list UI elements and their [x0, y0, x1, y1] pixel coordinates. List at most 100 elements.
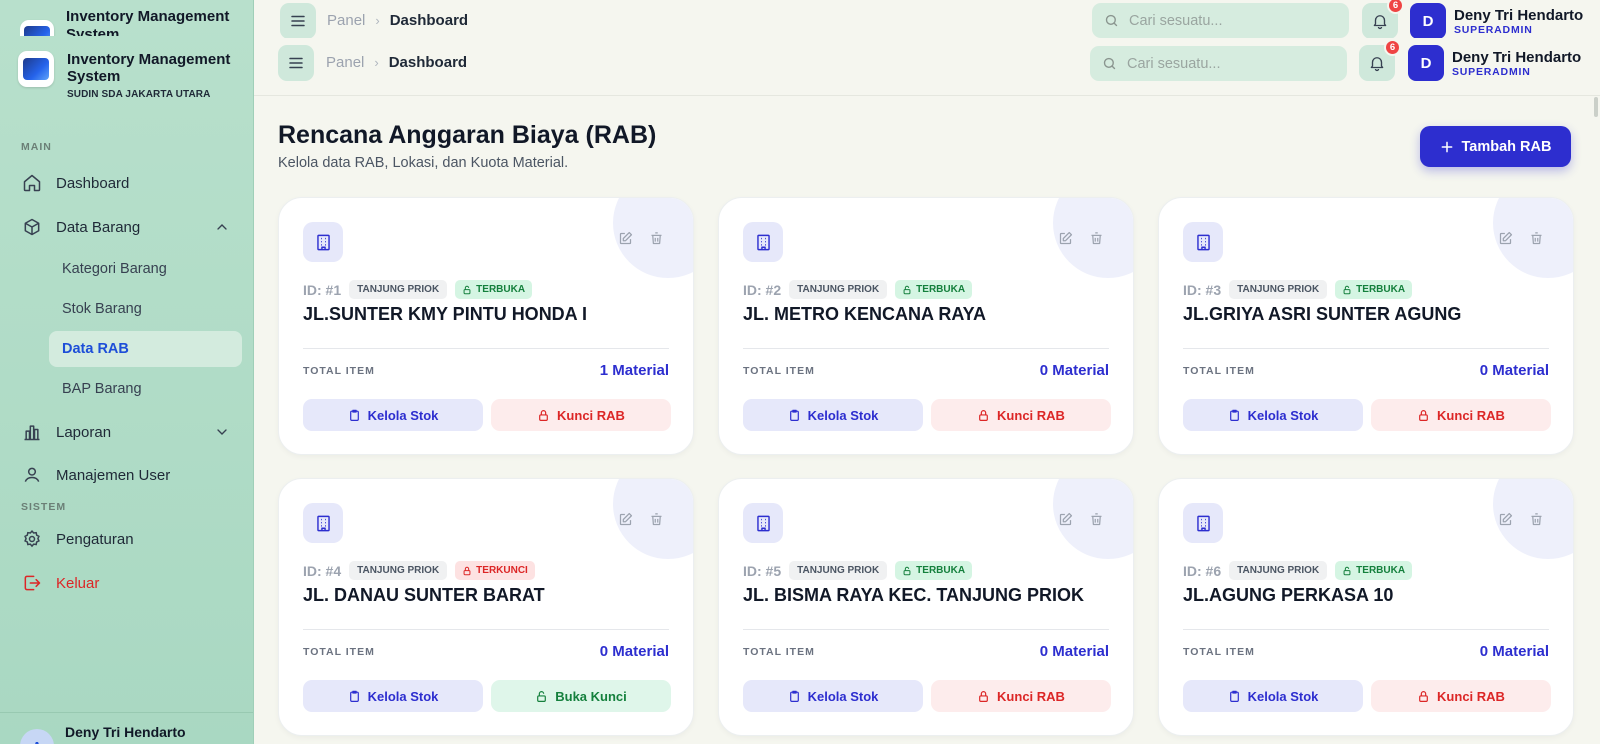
sidebar-item-keluar[interactable]: Keluar — [20, 566, 242, 600]
avatar: A — [20, 729, 54, 744]
hamburger-icon — [289, 57, 303, 69]
lock-icon — [1419, 409, 1428, 421]
sidebar-item-stok-barang[interactable]: Stok Barang — [49, 291, 242, 327]
sidebar-item-laporan[interactable]: Laporan — [20, 415, 242, 449]
kunci-rab-button[interactable]: Kunci RAB — [1371, 399, 1551, 431]
card-title: JL.SUNTER KMY PINTU HONDA I — [303, 304, 588, 324]
add-rab-button[interactable]: Tambah RAB — [1420, 126, 1571, 167]
sidebar-item-kategori-barang[interactable]: Kategori Barang — [49, 251, 242, 287]
lock-icon — [979, 690, 988, 702]
status-badge: TERKUNCI — [455, 561, 535, 580]
delete-button[interactable] — [646, 228, 666, 248]
card-id: ID: #5 — [743, 562, 782, 579]
sidebar-item-dashboard[interactable]: Dashboard — [20, 166, 242, 200]
building-icon — [303, 222, 343, 262]
lock-icon — [1343, 285, 1351, 294]
material-count: 1 Material — [599, 362, 669, 379]
box-icon — [24, 218, 40, 236]
card-title: JL. DANAU SUNTER BARAT — [303, 585, 545, 605]
edit-icon — [619, 512, 632, 525]
chevron-right-icon: › — [375, 13, 380, 28]
delete-button[interactable] — [646, 509, 666, 529]
clipboard-icon — [349, 690, 359, 702]
app-title: Inventory Management System — [67, 51, 231, 85]
menu-toggle-button[interactable] — [278, 45, 314, 81]
sidebar-item-label: Data Barang — [56, 218, 141, 236]
edit-button[interactable] — [615, 509, 635, 529]
delete-button[interactable] — [1526, 509, 1546, 529]
chevron-up-icon[interactable] — [214, 219, 230, 235]
sidebar-item-data-rab[interactable]: Data RAB — [49, 331, 242, 367]
lock-icon — [539, 409, 548, 421]
chevron-down-icon[interactable] — [214, 424, 230, 440]
hamburger-icon — [291, 15, 305, 27]
scrollbar-thumb[interactable] — [1594, 97, 1598, 117]
edit-button[interactable] — [1055, 228, 1075, 248]
breadcrumb: Panel › Dashboard — [326, 54, 467, 71]
kelola-stok-button[interactable]: Kelola Stok — [1183, 680, 1363, 712]
location-tag: TANJUNG PRIOK — [349, 280, 448, 299]
sidebar-item-manajemen-user[interactable]: Manajemen User — [20, 458, 242, 492]
bell-icon — [1373, 15, 1387, 30]
kunci-rab-button[interactable]: Kunci RAB — [931, 680, 1111, 712]
notification-button[interactable]: 6 — [1359, 39, 1401, 81]
location-tag: TANJUNG PRIOK — [1229, 280, 1328, 299]
search-input[interactable] — [1127, 55, 1327, 72]
edit-button[interactable] — [1055, 509, 1075, 529]
sidebar-item-bap-barang[interactable]: BAP Barang — [49, 371, 242, 407]
delete-button[interactable] — [1526, 228, 1546, 248]
lock-icon — [903, 566, 911, 575]
card-title: JL. BISMA RAYA KEC. TANJUNG PRIOK — [743, 585, 1085, 605]
building-icon — [743, 503, 783, 543]
kelola-stok-button[interactable]: Kelola Stok — [303, 399, 483, 431]
sidebar-item-pengaturan[interactable]: Pengaturan — [20, 522, 242, 556]
rab-card: ID: #1 TANJUNG PRIOK TERBUKA JL.SUNTER K… — [278, 197, 694, 455]
sidebar-item-label: Keluar — [56, 574, 100, 592]
search-box[interactable] — [1090, 46, 1347, 81]
total-item-label: TOTAL ITEM — [1183, 365, 1255, 377]
kelola-stok-button[interactable]: Kelola Stok — [743, 680, 923, 712]
edit-button[interactable] — [615, 228, 635, 248]
sidebar-user-footer[interactable]: A Deny Tri Hendarto — [0, 712, 253, 744]
sidebar-brand-ghost: Inventory Management System — [20, 8, 236, 36]
breadcrumb-root[interactable]: Panel — [327, 12, 365, 29]
edit-icon — [1059, 231, 1072, 244]
status-badge: TERBUKA — [1335, 280, 1413, 299]
rab-card: ID: #2 TANJUNG PRIOK TERBUKA JL. METRO K… — [718, 197, 1134, 455]
kunci-rab-button[interactable]: Kunci RAB — [931, 399, 1111, 431]
kelola-stok-button[interactable]: Kelola Stok — [743, 399, 923, 431]
search-input-ghost[interactable] — [1129, 12, 1329, 29]
user-menu[interactable]: D Deny Tri Hendarto SUPERADMIN — [1408, 45, 1581, 81]
delete-button[interactable] — [1086, 228, 1106, 248]
trash-icon — [1531, 512, 1541, 525]
edit-button[interactable] — [1495, 228, 1515, 248]
unlock-icon — [537, 690, 547, 702]
edit-button[interactable] — [1495, 509, 1515, 529]
clipboard-icon — [349, 409, 359, 421]
buka-kunci-button[interactable]: Buka Kunci — [491, 680, 671, 712]
search-box-ghost[interactable] — [1092, 3, 1349, 38]
lock-icon — [979, 409, 988, 421]
location-tag: TANJUNG PRIOK — [1229, 561, 1328, 580]
notification-button-ghost[interactable]: 6 — [1362, 0, 1404, 39]
sidebar-brand[interactable]: Inventory Management System SUDIN SDA JA… — [18, 51, 242, 100]
material-count: 0 Material — [599, 643, 669, 660]
total-item-label: TOTAL ITEM — [303, 365, 375, 377]
sidebar-item-data-barang[interactable]: Data Barang — [20, 210, 242, 244]
kelola-stok-button[interactable]: Kelola Stok — [1183, 399, 1363, 431]
app-title-ghost: Inventory Management System — [66, 8, 230, 36]
logout-icon — [24, 575, 41, 591]
kunci-rab-button[interactable]: Kunci RAB — [1371, 680, 1551, 712]
user-menu-ghost[interactable]: D Deny Tri Hendarto SUPERADMIN — [1410, 3, 1583, 39]
location-tag: TANJUNG PRIOK — [789, 561, 888, 580]
kunci-rab-button[interactable]: Kunci RAB — [491, 399, 671, 431]
kelola-stok-button[interactable]: Kelola Stok — [303, 680, 483, 712]
breadcrumb-root[interactable]: Panel — [326, 54, 364, 71]
page-title: Rencana Anggaran Biaya (RAB) — [278, 121, 657, 149]
add-rab-label: Tambah RAB — [1461, 138, 1552, 155]
total-item-label: TOTAL ITEM — [743, 646, 815, 658]
menu-toggle-button-ghost[interactable] — [280, 3, 316, 39]
users-icon — [24, 467, 40, 482]
card-title: JL. METRO KENCANA RAYA — [743, 304, 987, 324]
delete-button[interactable] — [1086, 509, 1106, 529]
